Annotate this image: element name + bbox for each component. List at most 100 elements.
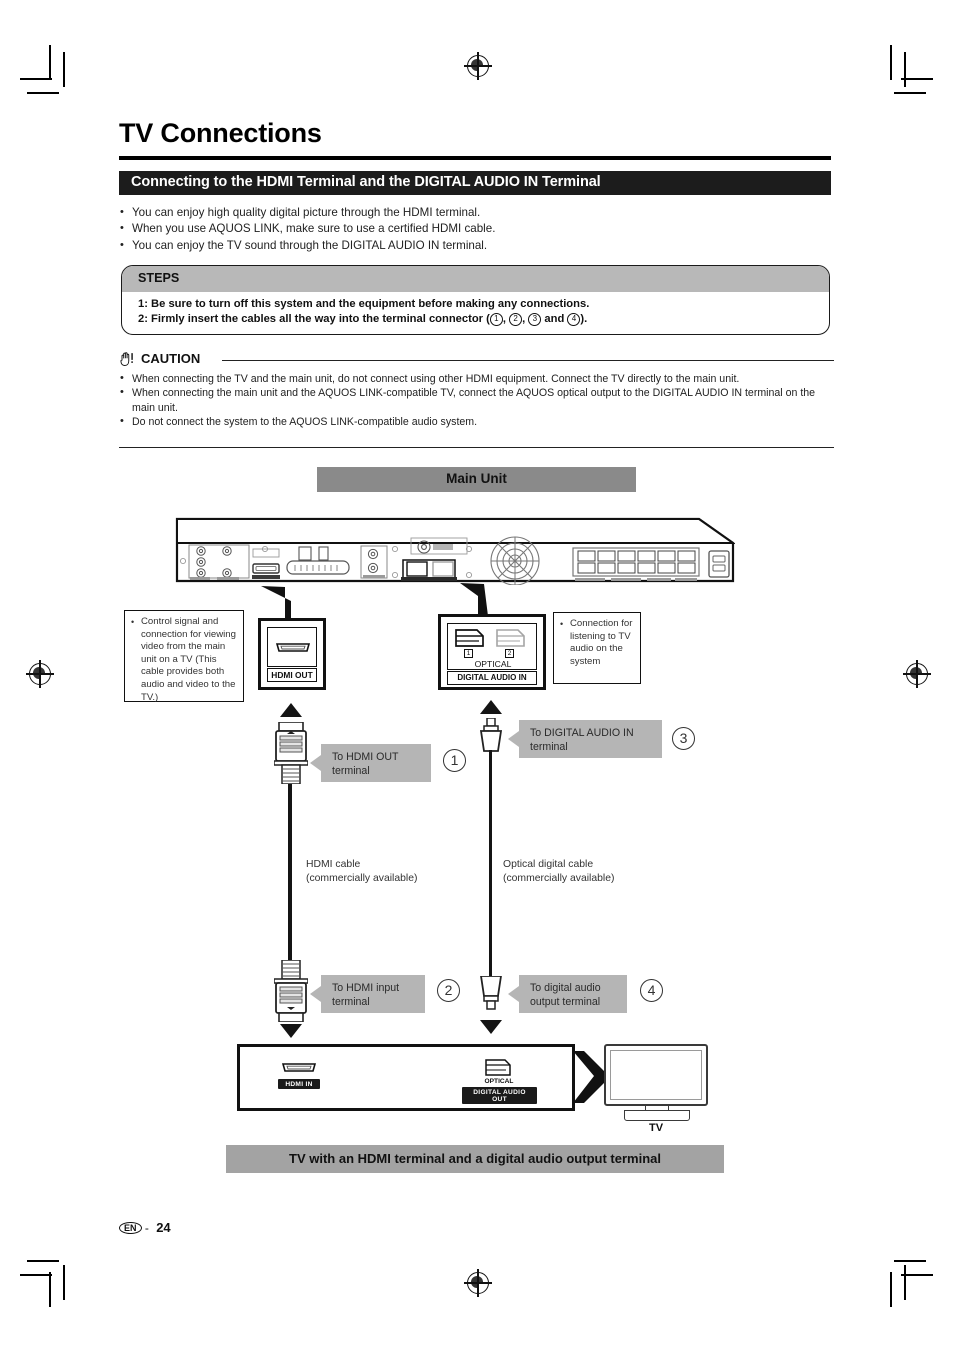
description-box-left-text: Control signal and connection for viewin… <box>141 616 236 703</box>
step-number-3: 3 <box>672 727 695 750</box>
caption-hdmi-cable: HDMI cable (commercially available) <box>306 858 486 886</box>
hdmi-port-icon <box>276 643 310 652</box>
step-item-2-suffix: ). <box>580 312 588 325</box>
main-unit-banner-text: Main Unit <box>446 471 507 486</box>
label-to-hdmi-input-terminal-text: To HDMI input terminal <box>332 982 400 1008</box>
step-joiner: and <box>541 312 568 325</box>
steps-panel-header: STEPS <box>122 266 829 292</box>
crop-mark-tr-v <box>890 45 892 80</box>
bullet-dot: • <box>131 617 135 627</box>
crop-mark-br-v2 <box>904 1265 906 1300</box>
tv-caption: TV <box>648 1122 664 1134</box>
terminal-callout-hdmi-out: HDMI OUT <box>258 618 326 690</box>
steps-panel: STEPS 1: Be sure to turn off this system… <box>121 265 830 335</box>
label-to-digital-audio-in-terminal-text: To DIGITAL AUDIO IN terminal <box>530 727 634 753</box>
description-box-right-text: Connection for listening to TV audio on … <box>570 618 633 667</box>
digital-audio-in-port-label: DIGITAL AUDIO IN <box>447 671 537 685</box>
caution-header-row: CAUTION <box>119 351 834 368</box>
tv-screen <box>610 1050 702 1100</box>
caution-bullet: Do not connect the system to the AQUOS L… <box>119 414 834 429</box>
crop-mark-tr-v2 <box>904 52 906 87</box>
caution-bottom-divider <box>119 447 834 449</box>
step-item-2: 2: Firmly insert the cables all the way … <box>138 312 808 327</box>
manual-page: TV Connections Connecting to the HDMI Te… <box>0 0 954 1350</box>
footer-separator: - <box>144 1221 149 1235</box>
page-title: TV Connections <box>119 118 322 148</box>
intro-bullet-list: You can enjoy high quality digital pictu… <box>119 204 834 254</box>
label-to-hdmi-input-terminal: To HDMI input terminal <box>310 975 425 1013</box>
caption-hdmi-cable-line2: (commercially available) <box>306 873 418 884</box>
label-to-digital-audio-output-terminal: To digital audio output terminal <box>508 975 627 1013</box>
hdmi-out-frame <box>267 627 317 667</box>
circled-number-4: 4 <box>567 312 581 326</box>
arrow-hdmi-to-main-unit <box>280 703 302 717</box>
language-badge: EN <box>119 1222 142 1234</box>
registration-mark-right <box>903 660 931 688</box>
caption-optical-cable-line2: (commercially available) <box>503 873 615 884</box>
bullet-dot: • <box>560 619 564 629</box>
hdmi-connector-bottom-icon <box>274 960 308 1022</box>
arrow-hdmi-to-tv <box>280 1024 302 1038</box>
digital-audio-in-frame: 1 2 OPTICAL <box>447 623 537 670</box>
registration-mark-bottom <box>464 1269 492 1297</box>
circled-number-2: 2 <box>509 312 523 326</box>
description-box-left: • Control signal and connection for view… <box>124 610 244 703</box>
crop-mark-bl-h2 <box>27 1260 59 1262</box>
steps-heading: STEPS <box>138 271 180 285</box>
caution-bullet-list: When connecting the TV and the main unit… <box>119 371 834 430</box>
label-to-digital-audio-in-terminal: To DIGITAL AUDIO IN terminal <box>508 720 662 758</box>
crop-mark-tl-h2 <box>27 92 59 94</box>
step-item-1: 1: Be sure to turn off this system and t… <box>138 298 590 310</box>
intro-bullet: When you use AQUOS LINK, make sure to us… <box>119 220 834 237</box>
arrow-optical-to-main-unit <box>480 700 502 714</box>
page-footer: EN - 24 <box>119 1220 171 1235</box>
tv-optical-out-port-icon <box>485 1059 511 1076</box>
crop-mark-tl-v <box>49 45 51 80</box>
hdmi-connector-top-icon <box>274 722 308 784</box>
registration-mark-left <box>26 660 54 688</box>
step-number-4: 4 <box>640 979 663 1002</box>
optical-port-1-icon <box>455 629 484 647</box>
step-number-2: 2 <box>437 979 460 1002</box>
tv-hdmi-in-label: HDMI IN <box>278 1079 320 1089</box>
steps-panel-body: 1: Be sure to turn off this system and t… <box>138 297 808 326</box>
label-notch <box>508 986 519 1002</box>
caution-bullet: When connecting the main unit and the AQ… <box>119 385 834 415</box>
optical-port-number-1: 1 <box>464 649 473 658</box>
main-unit-rear-panel-illustration <box>175 505 737 586</box>
crop-mark-bl-v2 <box>63 1265 65 1300</box>
label-to-hdmi-out-terminal: To HDMI OUT terminal <box>310 744 431 782</box>
crop-mark-tl-v2 <box>63 52 65 87</box>
title-divider <box>119 156 831 160</box>
arrow-optical-to-tv <box>480 1020 502 1034</box>
optical-port-number-2: 2 <box>505 649 514 658</box>
label-notch <box>310 986 321 1002</box>
tv-optical-label: OPTICAL <box>484 1078 514 1085</box>
label-notch <box>508 731 519 747</box>
optical-port-2-icon <box>496 629 525 647</box>
crop-mark-br-v <box>890 1272 892 1307</box>
registration-mark-top <box>464 52 492 80</box>
crop-mark-br-h2 <box>894 1260 926 1262</box>
section-header-bar: Connecting to the HDMI Terminal and the … <box>119 171 831 195</box>
crop-mark-bl-h <box>20 1274 52 1276</box>
main-unit-banner: Main Unit <box>317 467 636 492</box>
bottom-banner-text: TV with an HDMI terminal and a digital a… <box>289 1151 661 1166</box>
optical-connector-bottom-icon <box>480 976 502 1010</box>
tv-hdmi-in-port-icon <box>282 1063 316 1072</box>
optical-cable-line <box>489 750 493 976</box>
page-number: 24 <box>156 1220 171 1235</box>
step-number-1: 1 <box>443 749 466 772</box>
crop-mark-tr-h <box>901 78 933 80</box>
tv-stand-base <box>624 1110 690 1121</box>
crop-mark-br-h <box>901 1274 933 1276</box>
tv-digital-audio-out-label: DIGITAL AUDIO OUT <box>462 1087 537 1104</box>
caption-optical-cable: Optical digital cable (commercially avai… <box>503 858 693 886</box>
caution-label: CAUTION <box>141 351 201 366</box>
caution-bullet: When connecting the TV and the main unit… <box>119 371 834 386</box>
optical-label: OPTICAL <box>474 659 512 669</box>
hand-warning-icon <box>120 352 133 366</box>
circled-number-1: 1 <box>489 312 503 326</box>
bottom-banner: TV with an HDMI terminal and a digital a… <box>226 1145 724 1173</box>
label-to-hdmi-out-terminal-text: To HDMI OUT terminal <box>332 751 399 777</box>
